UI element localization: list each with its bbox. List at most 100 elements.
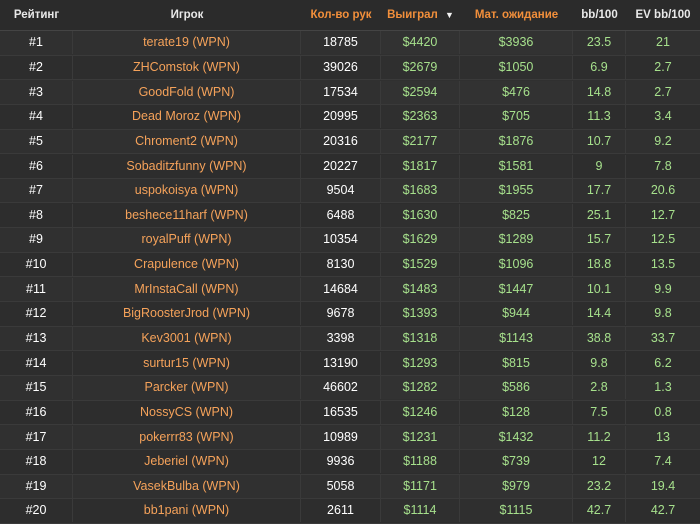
ev-cell: $128 [460, 400, 573, 424]
table-row[interactable]: #12 BigRoosterJrod (WPN) 9678 $1393 $944 14.4… [0, 302, 700, 327]
evbb100-cell: 3.4 [654, 109, 672, 124]
table-row[interactable]: #6 Sobaditzfunny (WPN) 20227 $1817 $1581 9 7.8 [0, 154, 700, 179]
player-cell[interactable]: terate19 (WPN) [73, 31, 301, 55]
table-row[interactable]: #1 terate19 (WPN) 18785 $4420 $3936 23.5 21 [0, 31, 700, 56]
table-row[interactable]: #10 Crapulence (WPN) 8130 $1529 $1096 18.8 13.… [0, 252, 700, 278]
rank-cell: #17 [0, 425, 73, 449]
table-row[interactable]: #8 beshece11harf (WPN) 6488 $1630 $825 25.1 12… [0, 203, 700, 229]
player-cell[interactable]: pokerrr83 (WPN) [73, 425, 301, 449]
column-header-rank[interactable]: Рейтинг [0, 9, 73, 21]
won-cell: $1529 [381, 253, 460, 277]
player-cell[interactable]: Dead Moroz (WPN) [73, 105, 301, 129]
player-cell[interactable]: VasekBulba (WPN) [73, 474, 301, 498]
player-cell[interactable]: uspokoisya (WPN) [73, 179, 301, 203]
hands-cell: 17534 [301, 80, 381, 104]
table-row[interactable]: #16 NossyCS (WPN) 16535 $1246 $128 7.5 0.8 [0, 400, 700, 426]
caret-down-icon[interactable]: ▼ [445, 10, 454, 20]
rank-cell: #7 [0, 179, 73, 203]
rank-cell: #15 [0, 376, 73, 400]
player-cell[interactable]: Jeberiel (WPN) [73, 450, 301, 474]
table-row[interactable]: #5 Chroment2 (WPN) 20316 $2177 $1876 10.7 9.2 [0, 129, 700, 155]
rank-cell: #16 [0, 400, 73, 424]
evbb100-cell: 2.7 [654, 84, 672, 99]
hands-cell: 39026 [301, 55, 381, 79]
table-row[interactable]: #13 Kev3001 (WPN) 3398 $1318 $1143 38.8 33.7 [0, 326, 700, 352]
won-cell: $1246 [381, 400, 460, 424]
leaderboard-table: Рейтинг Игрок Кол-во рук Выиграл ▼ Мат. … [0, 0, 700, 524]
hands-cell: 6488 [301, 203, 381, 227]
column-header-won[interactable]: Выиграл ▼ [381, 9, 460, 21]
bb100-cell: 6.9 [573, 55, 626, 79]
table-row[interactable]: #15 Parcker (WPN) 46602 $1282 $586 2.8 1.3 [0, 375, 700, 401]
player-cell[interactable]: MrInstaCall (WPN) [73, 277, 301, 301]
evbb100-cell: 9.9 [654, 281, 672, 296]
bb100-cell: 15.7 [573, 228, 626, 252]
player-cell[interactable]: ZHComstok (WPN) [73, 55, 301, 79]
evbb100-cell: 19.4 [650, 478, 676, 493]
player-cell[interactable]: royalPuff (WPN) [73, 228, 301, 252]
table-row[interactable]: #4 Dead Moroz (WPN) 20995 $2363 $705 11.3 3.4 [0, 104, 700, 130]
player-cell[interactable]: GoodFold (WPN) [73, 80, 301, 104]
table-row[interactable]: #7 uspokoisya (WPN) 9504 $1683 $1955 17.7 20.6 [0, 178, 700, 204]
player-cell[interactable]: Crapulence (WPN) [73, 253, 301, 277]
column-header-player[interactable]: Игрок [73, 9, 301, 21]
bb100-cell: 23.2 [573, 474, 626, 498]
player-cell[interactable]: Chroment2 (WPN) [73, 129, 301, 153]
ev-cell: $825 [460, 203, 573, 227]
column-header-bb100[interactable]: bb/100 [573, 9, 626, 21]
ev-cell: $739 [460, 450, 573, 474]
table-body: #1 terate19 (WPN) 18785 $4420 $3936 23.5 21 #2 Z… [0, 31, 700, 524]
won-cell: $1282 [381, 376, 460, 400]
ev-cell: $705 [460, 105, 573, 129]
won-cell: $1188 [381, 450, 460, 474]
ev-cell: $476 [460, 80, 573, 104]
table-row[interactable]: #3 GoodFold (WPN) 17534 $2594 $476 14.8 2.7 [0, 80, 700, 105]
table-row[interactable]: #17 pokerrr83 (WPN) 10989 $1231 $1432 11.2 13 [0, 425, 700, 450]
rank-cell: #5 [0, 129, 73, 153]
bb100-cell: 18.8 [573, 253, 626, 277]
bb100-cell: 12 [573, 450, 626, 474]
column-header-ev[interactable]: Мат. ожидание [460, 9, 573, 21]
bb100-cell: 9 [573, 154, 626, 178]
hands-cell: 16535 [301, 400, 381, 424]
bb100-cell: 25.1 [573, 203, 626, 227]
rank-cell: #2 [0, 55, 73, 79]
ev-cell: $1050 [460, 55, 573, 79]
ev-cell: $815 [460, 351, 573, 375]
bb100-cell: 7.5 [573, 400, 626, 424]
evbb100-cell: 20.6 [650, 183, 676, 198]
evbb100-cell: 12.5 [650, 232, 676, 247]
table-row[interactable]: #19 VasekBulba (WPN) 5058 $1171 $979 23.2 19.4 [0, 474, 700, 500]
table-row[interactable]: #11 MrInstaCall (WPN) 14684 $1483 $1447 10.1 9… [0, 277, 700, 303]
player-cell[interactable]: Parcker (WPN) [73, 376, 301, 400]
player-cell[interactable]: Sobaditzfunny (WPN) [73, 154, 301, 178]
won-cell: $1393 [381, 302, 460, 326]
table-row[interactable]: #9 royalPuff (WPN) 10354 $1629 $1289 15.7 12.5 [0, 228, 700, 253]
table-row[interactable]: #14 surtur15 (WPN) 13190 $1293 $815 9.8 6.2 [0, 351, 700, 376]
table-row[interactable]: #2 ZHComstok (WPN) 39026 $2679 $1050 6.9 2.7 [0, 55, 700, 81]
rank-cell: #18 [0, 450, 73, 474]
hands-cell: 18785 [301, 31, 381, 55]
bb100-cell: 9.8 [573, 351, 626, 375]
rank-cell: #6 [0, 154, 73, 178]
won-cell: $1629 [381, 228, 460, 252]
hands-cell: 20316 [301, 129, 381, 153]
rank-cell: #13 [0, 327, 73, 350]
won-cell: $1231 [381, 425, 460, 449]
player-cell[interactable]: surtur15 (WPN) [73, 351, 301, 375]
ev-cell: $1096 [460, 253, 573, 277]
rank-cell: #10 [0, 253, 73, 277]
evbb100-cell: 7.4 [654, 454, 672, 469]
won-cell: $1817 [381, 154, 460, 178]
won-cell: $1318 [381, 327, 460, 350]
player-cell[interactable]: BigRoosterJrod (WPN) [73, 302, 301, 326]
rank-cell: #3 [0, 80, 73, 104]
player-cell[interactable]: Kev3001 (WPN) [73, 327, 301, 350]
player-cell[interactable]: beshece11harf (WPN) [73, 203, 301, 227]
bb100-cell: 2.8 [573, 376, 626, 400]
column-header-hands[interactable]: Кол-во рук [301, 9, 381, 21]
table-row[interactable]: #18 Jeberiel (WPN) 9936 $1188 $739 12 7.4 [0, 449, 700, 475]
column-header-evbb100[interactable]: EV bb/100 [626, 9, 700, 21]
player-cell[interactable]: NossyCS (WPN) [73, 400, 301, 424]
bb100-cell: 17.7 [573, 179, 626, 203]
